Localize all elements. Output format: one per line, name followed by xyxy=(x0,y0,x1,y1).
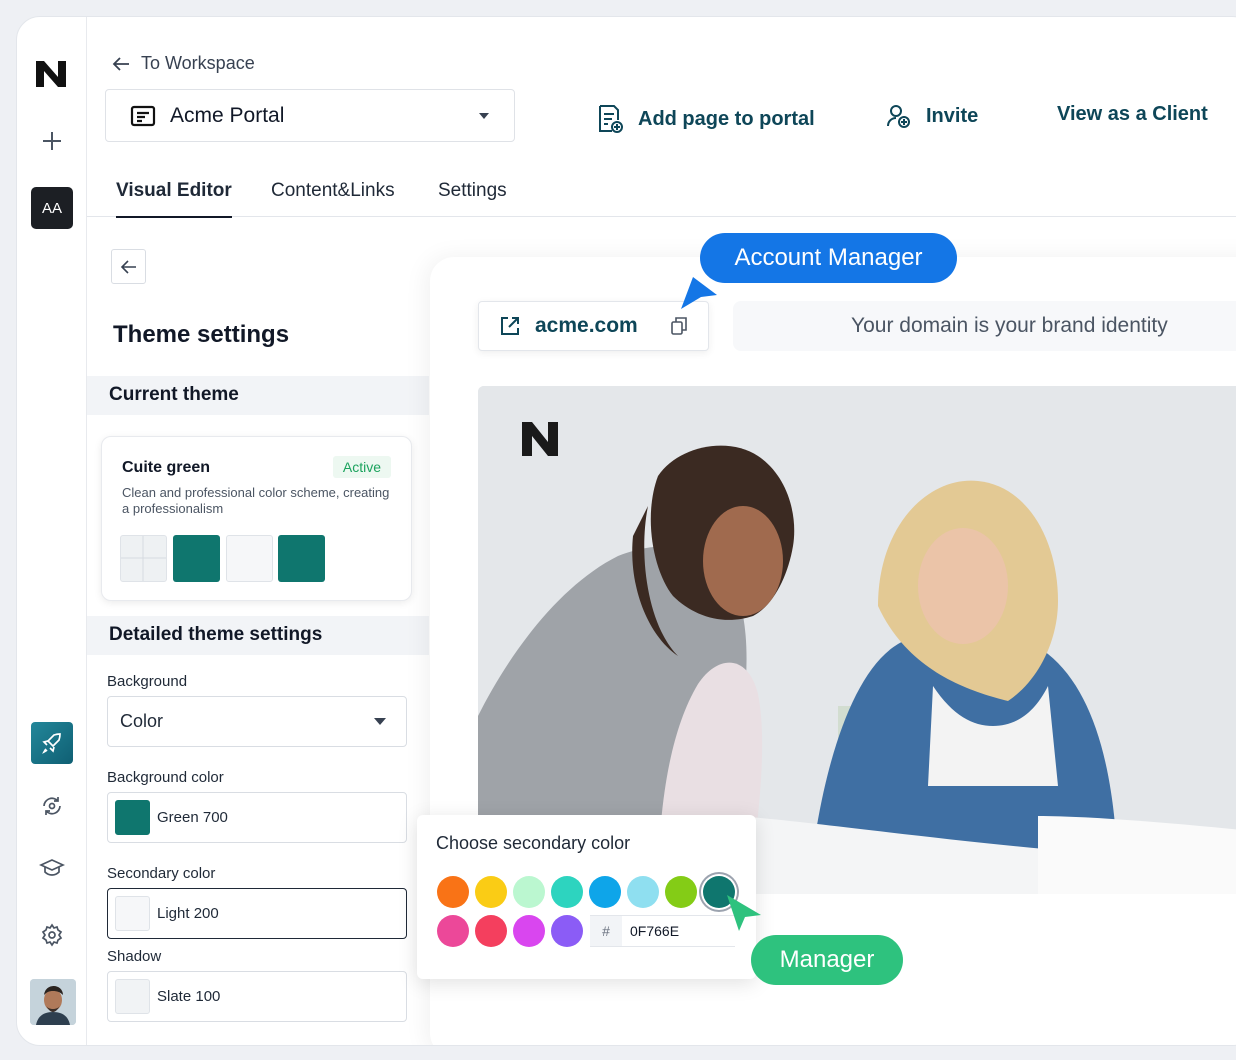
secondary-color-chip xyxy=(115,896,150,931)
account-manager-cursor-icon xyxy=(681,277,717,309)
shadow-value: Slate 100 xyxy=(157,988,221,1005)
portal-icon xyxy=(130,105,156,126)
user-avatar[interactable] xyxy=(30,979,76,1025)
background-label: Background xyxy=(107,673,188,690)
workspace-avatar[interactable]: AA xyxy=(31,187,73,229)
status-badge: Active xyxy=(332,456,391,478)
shadow-chip xyxy=(115,979,150,1014)
color-swatch-lime[interactable] xyxy=(665,876,697,908)
secondary-color-field[interactable]: Light 200 xyxy=(107,888,407,939)
caret-down-icon xyxy=(479,112,489,119)
back-to-workspace-link[interactable]: To Workspace xyxy=(111,53,255,74)
background-color-chip xyxy=(115,800,150,835)
current-theme-heading: Current theme xyxy=(87,376,429,415)
background-color-value: Green 700 xyxy=(157,809,228,826)
domain-text: acme.com xyxy=(535,314,638,337)
account-manager-label: Account Manager xyxy=(700,233,957,283)
tab-settings[interactable]: Settings xyxy=(438,180,507,216)
domain-box[interactable]: acme.com xyxy=(478,301,709,351)
color-swatch-mint[interactable] xyxy=(513,876,545,908)
external-link-icon xyxy=(501,317,519,335)
color-swatch-yellow[interactable] xyxy=(475,876,507,908)
secondary-color-label: Secondary color xyxy=(107,865,216,882)
add-user-icon xyxy=(887,105,910,128)
color-picker-title: Choose secondary color xyxy=(436,833,631,853)
background-color-label: Background color xyxy=(107,769,224,786)
portal-select[interactable]: Acme Portal xyxy=(105,89,515,142)
secondary-color-picker: Choose secondary color # 0F766E xyxy=(417,815,756,979)
view-as-client-button[interactable]: View as a Client xyxy=(1057,103,1208,126)
arrow-left-icon xyxy=(112,56,129,71)
background-select-value: Color xyxy=(120,711,164,731)
add-page-button[interactable]: Add page to portal xyxy=(596,103,815,135)
color-swatch-violet[interactable] xyxy=(551,915,583,947)
graduation-cap-icon[interactable] xyxy=(31,847,73,889)
manager-cursor-icon xyxy=(727,895,761,931)
tab-content-links[interactable]: Content&Links xyxy=(271,180,395,216)
theme-swatch-3 xyxy=(226,535,273,582)
theme-settings-panel: Theme settings Current theme Cuite green… xyxy=(87,217,429,1045)
hex-input[interactable]: # 0F766E xyxy=(590,915,735,947)
sidebar-rail: AA xyxy=(17,17,87,1045)
n-logo-icon[interactable] xyxy=(31,53,73,95)
color-swatch-orange[interactable] xyxy=(437,876,469,908)
shadow-label: Shadow xyxy=(107,948,162,965)
sync-icon[interactable] xyxy=(31,785,73,827)
theme-description: Clean and professional color scheme, cre… xyxy=(122,485,390,516)
tab-visual-editor[interactable]: Visual Editor xyxy=(116,180,232,218)
panel-title: Theme settings xyxy=(113,321,290,348)
app-frame: AA To Workspace Acme Portal Add page to … xyxy=(16,16,1236,1046)
color-swatch-sky[interactable] xyxy=(589,876,621,908)
manager-label: Manager xyxy=(751,935,903,985)
hash-prefix: # xyxy=(590,916,622,946)
panel-back-button[interactable] xyxy=(111,249,146,284)
background-select[interactable]: Color xyxy=(107,696,407,747)
secondary-color-value: Light 200 xyxy=(157,905,219,922)
theme-swatch-2 xyxy=(173,535,220,582)
portal-name: Acme Portal xyxy=(170,103,285,127)
color-swatch-red[interactable] xyxy=(475,915,507,947)
theme-name: Cuite green xyxy=(122,459,211,476)
color-swatch-light-blue[interactable] xyxy=(627,876,659,908)
shadow-field[interactable]: Slate 100 xyxy=(107,971,407,1022)
theme-swatch-1 xyxy=(120,535,167,582)
domain-hint: Your domain is your brand identity xyxy=(733,301,1236,351)
theme-swatch-4 xyxy=(278,535,325,582)
theme-card[interactable]: Cuite green Active Clean and professiona… xyxy=(101,436,412,601)
hex-value: 0F766E xyxy=(630,923,680,939)
editor-tabs: Visual Editor Content&Links Settings xyxy=(87,175,1236,218)
color-swatch-pink[interactable] xyxy=(437,915,469,947)
add-page-icon xyxy=(599,105,623,133)
gear-icon[interactable] xyxy=(31,914,73,956)
rocket-icon[interactable] xyxy=(31,722,73,764)
color-swatch-magenta[interactable] xyxy=(513,915,545,947)
background-color-field[interactable]: Green 700 xyxy=(107,792,407,843)
color-swatch-teal[interactable] xyxy=(551,876,583,908)
arrow-left-icon xyxy=(120,259,136,274)
plus-icon[interactable] xyxy=(31,120,73,162)
caret-down-icon xyxy=(374,718,386,725)
detailed-theme-heading: Detailed theme settings xyxy=(87,616,429,655)
copy-icon[interactable] xyxy=(670,316,688,336)
invite-button[interactable]: Invite xyxy=(886,103,978,129)
